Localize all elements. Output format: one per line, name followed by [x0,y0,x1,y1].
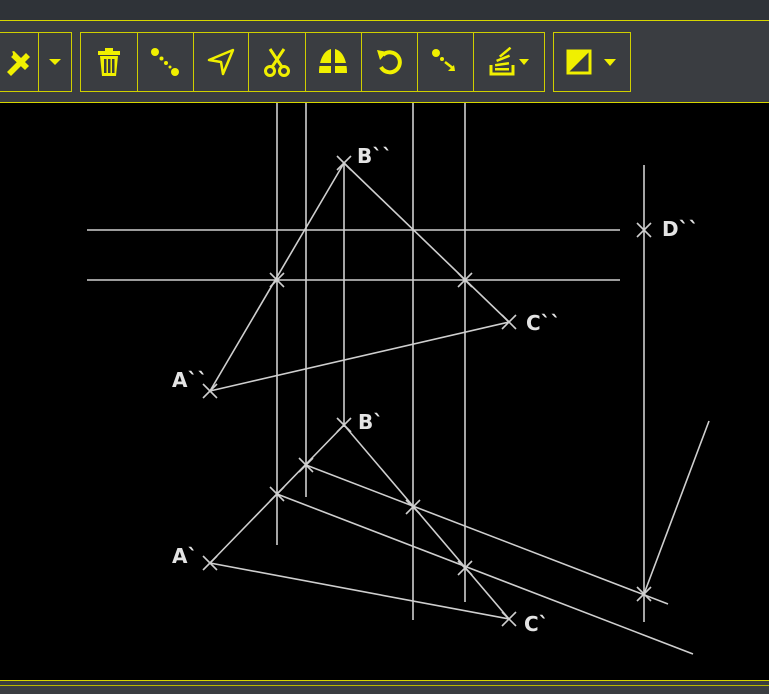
point-label-b2: B`` [357,144,393,168]
operations-group [80,32,545,92]
style-group [553,32,631,92]
point-label-c2: C`` [526,311,561,335]
point-label-b1: B` [358,410,384,434]
point-segment-icon [430,47,460,77]
dotted-line-icon [150,47,180,77]
point-label-d2: D`` [662,217,699,241]
point-label-c1: C` [524,612,549,636]
navigate-arrow-icon [206,47,236,77]
edge-b2-c2 [343,162,510,323]
tools-icon [4,47,34,77]
direction-button[interactable] [194,33,250,91]
line-points-button[interactable] [138,33,194,91]
point-marker-c1 [501,611,517,627]
projection-line-3 [643,420,710,595]
drawing-svg [87,103,710,655]
caret-down-icon [48,57,62,67]
layers-button[interactable] [474,33,544,91]
projection-line-1 [305,464,669,605]
mirror-icon [317,47,350,77]
point-marker-a1 [202,555,218,571]
drawing-canvas[interactable]: B`` D`` C`` A`` B` A` C` [0,103,769,680]
edit-group [0,32,72,92]
point-label-a1: A` [172,544,198,568]
projection-line-2 [276,493,694,655]
layers-icon [487,47,531,77]
point-label-a2: A`` [172,368,208,392]
modify-tools-dropdown[interactable] [39,33,71,91]
status-bar-divider [0,685,769,686]
rotate-button[interactable] [362,33,418,91]
edge-a2-c2 [209,321,510,392]
edge-b1-c1 [343,424,510,620]
status-bar [0,680,769,694]
scissors-icon [262,47,292,77]
rotate-icon [374,47,404,77]
mirror-button[interactable] [306,33,362,91]
edge-a1-c1 [209,562,510,620]
half-square-icon [566,49,618,75]
delete-button[interactable] [81,33,138,91]
toolbar [0,20,769,103]
trash-icon [96,47,122,77]
fill-style-button[interactable] [554,33,630,91]
title-bar [0,0,769,21]
cut-button[interactable] [249,33,307,91]
point-marker-c2 [501,314,517,330]
modify-tools-button[interactable] [0,33,39,91]
segment-point-button[interactable] [418,33,475,91]
